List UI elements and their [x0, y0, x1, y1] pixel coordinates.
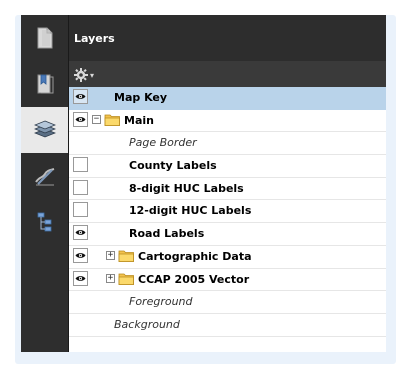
- bookmarks-icon: [37, 74, 53, 94]
- panel-title: Layers: [74, 31, 115, 45]
- signatures-icon: [34, 168, 54, 186]
- folder-icon: [118, 273, 134, 285]
- visibility-toggle[interactable]: [73, 89, 88, 104]
- layers-nav-button[interactable]: [21, 107, 68, 153]
- layer-label: County Labels: [129, 159, 217, 173]
- dropdown-arrow-icon: ▾: [90, 70, 95, 80]
- page-thumbnails-icon: [37, 27, 52, 49]
- expand-icon[interactable]: +: [106, 273, 115, 283]
- layer-row[interactable]: Background: [69, 314, 386, 337]
- layer-label: Cartographic Data: [138, 249, 252, 263]
- layer-label: 8-digit HUC Labels: [129, 181, 244, 195]
- signatures-button[interactable]: [21, 153, 68, 199]
- layer-label: Map Key: [114, 91, 168, 104]
- page-thumbnails-button[interactable]: [21, 15, 68, 61]
- layer-row[interactable]: Map Key: [69, 87, 386, 110]
- collapse-icon[interactable]: −: [92, 114, 101, 124]
- layer-label: Foreground: [129, 295, 193, 309]
- gear-icon: [74, 68, 88, 82]
- navigation-pane: [21, 15, 69, 352]
- layer-row[interactable]: Road Labels: [69, 223, 386, 246]
- bookmarks-button[interactable]: [21, 61, 68, 107]
- layer-label: 12-digit HUC Labels: [129, 204, 252, 218]
- model-tree-button[interactable]: [21, 199, 68, 245]
- layer-label: Background: [114, 317, 180, 331]
- layers-panel: Layers ▾ Map Key − Main Page Border Coun…: [21, 15, 386, 352]
- model-tree-icon: [37, 212, 51, 232]
- visibility-toggle[interactable]: [73, 225, 88, 241]
- folder-icon: [118, 250, 134, 262]
- eye-icon: [75, 275, 86, 281]
- layer-label: CCAP 2005 Vector: [138, 272, 250, 286]
- folder-icon-wrap: [104, 113, 121, 130]
- visibility-toggle[interactable]: [73, 270, 88, 286]
- layer-row[interactable]: − Main: [69, 110, 386, 133]
- eye-icon: [75, 94, 86, 99]
- layer-label: Main: [124, 113, 154, 127]
- folder-icon-wrap: [118, 249, 135, 266]
- eye-icon: [75, 116, 86, 122]
- visibility-toggle[interactable]: [73, 247, 88, 263]
- visibility-toggle[interactable]: [73, 111, 88, 127]
- layer-row[interactable]: Foreground: [69, 291, 386, 314]
- layer-row[interactable]: Page Border: [69, 132, 386, 156]
- layer-label: Road Labels: [129, 227, 205, 241]
- eye-icon: [75, 252, 86, 258]
- layer-row[interactable]: + Cartographic Data: [69, 246, 386, 269]
- expand-icon[interactable]: +: [106, 250, 115, 260]
- visibility-toggle[interactable]: [73, 157, 88, 173]
- folder-icon: [104, 114, 120, 126]
- layer-row[interactable]: 12-digit HUC Labels: [69, 200, 386, 224]
- visibility-toggle[interactable]: [73, 202, 88, 218]
- layers-icon: [33, 120, 56, 138]
- options-menu-button[interactable]: ▾: [73, 64, 103, 86]
- layer-row[interactable]: + CCAP 2005 Vector: [69, 269, 386, 292]
- folder-icon-wrap: [118, 272, 135, 289]
- visibility-toggle[interactable]: [73, 179, 88, 195]
- layer-row[interactable]: 8-digit HUC Labels: [69, 178, 386, 201]
- panel-header: Layers: [69, 15, 386, 61]
- layer-tree: Map Key − Main Page Border County Labels 8-di…: [69, 87, 386, 337]
- eye-icon: [75, 230, 86, 236]
- layer-row[interactable]: County Labels: [69, 155, 386, 178]
- layer-label: Page Border: [129, 136, 197, 150]
